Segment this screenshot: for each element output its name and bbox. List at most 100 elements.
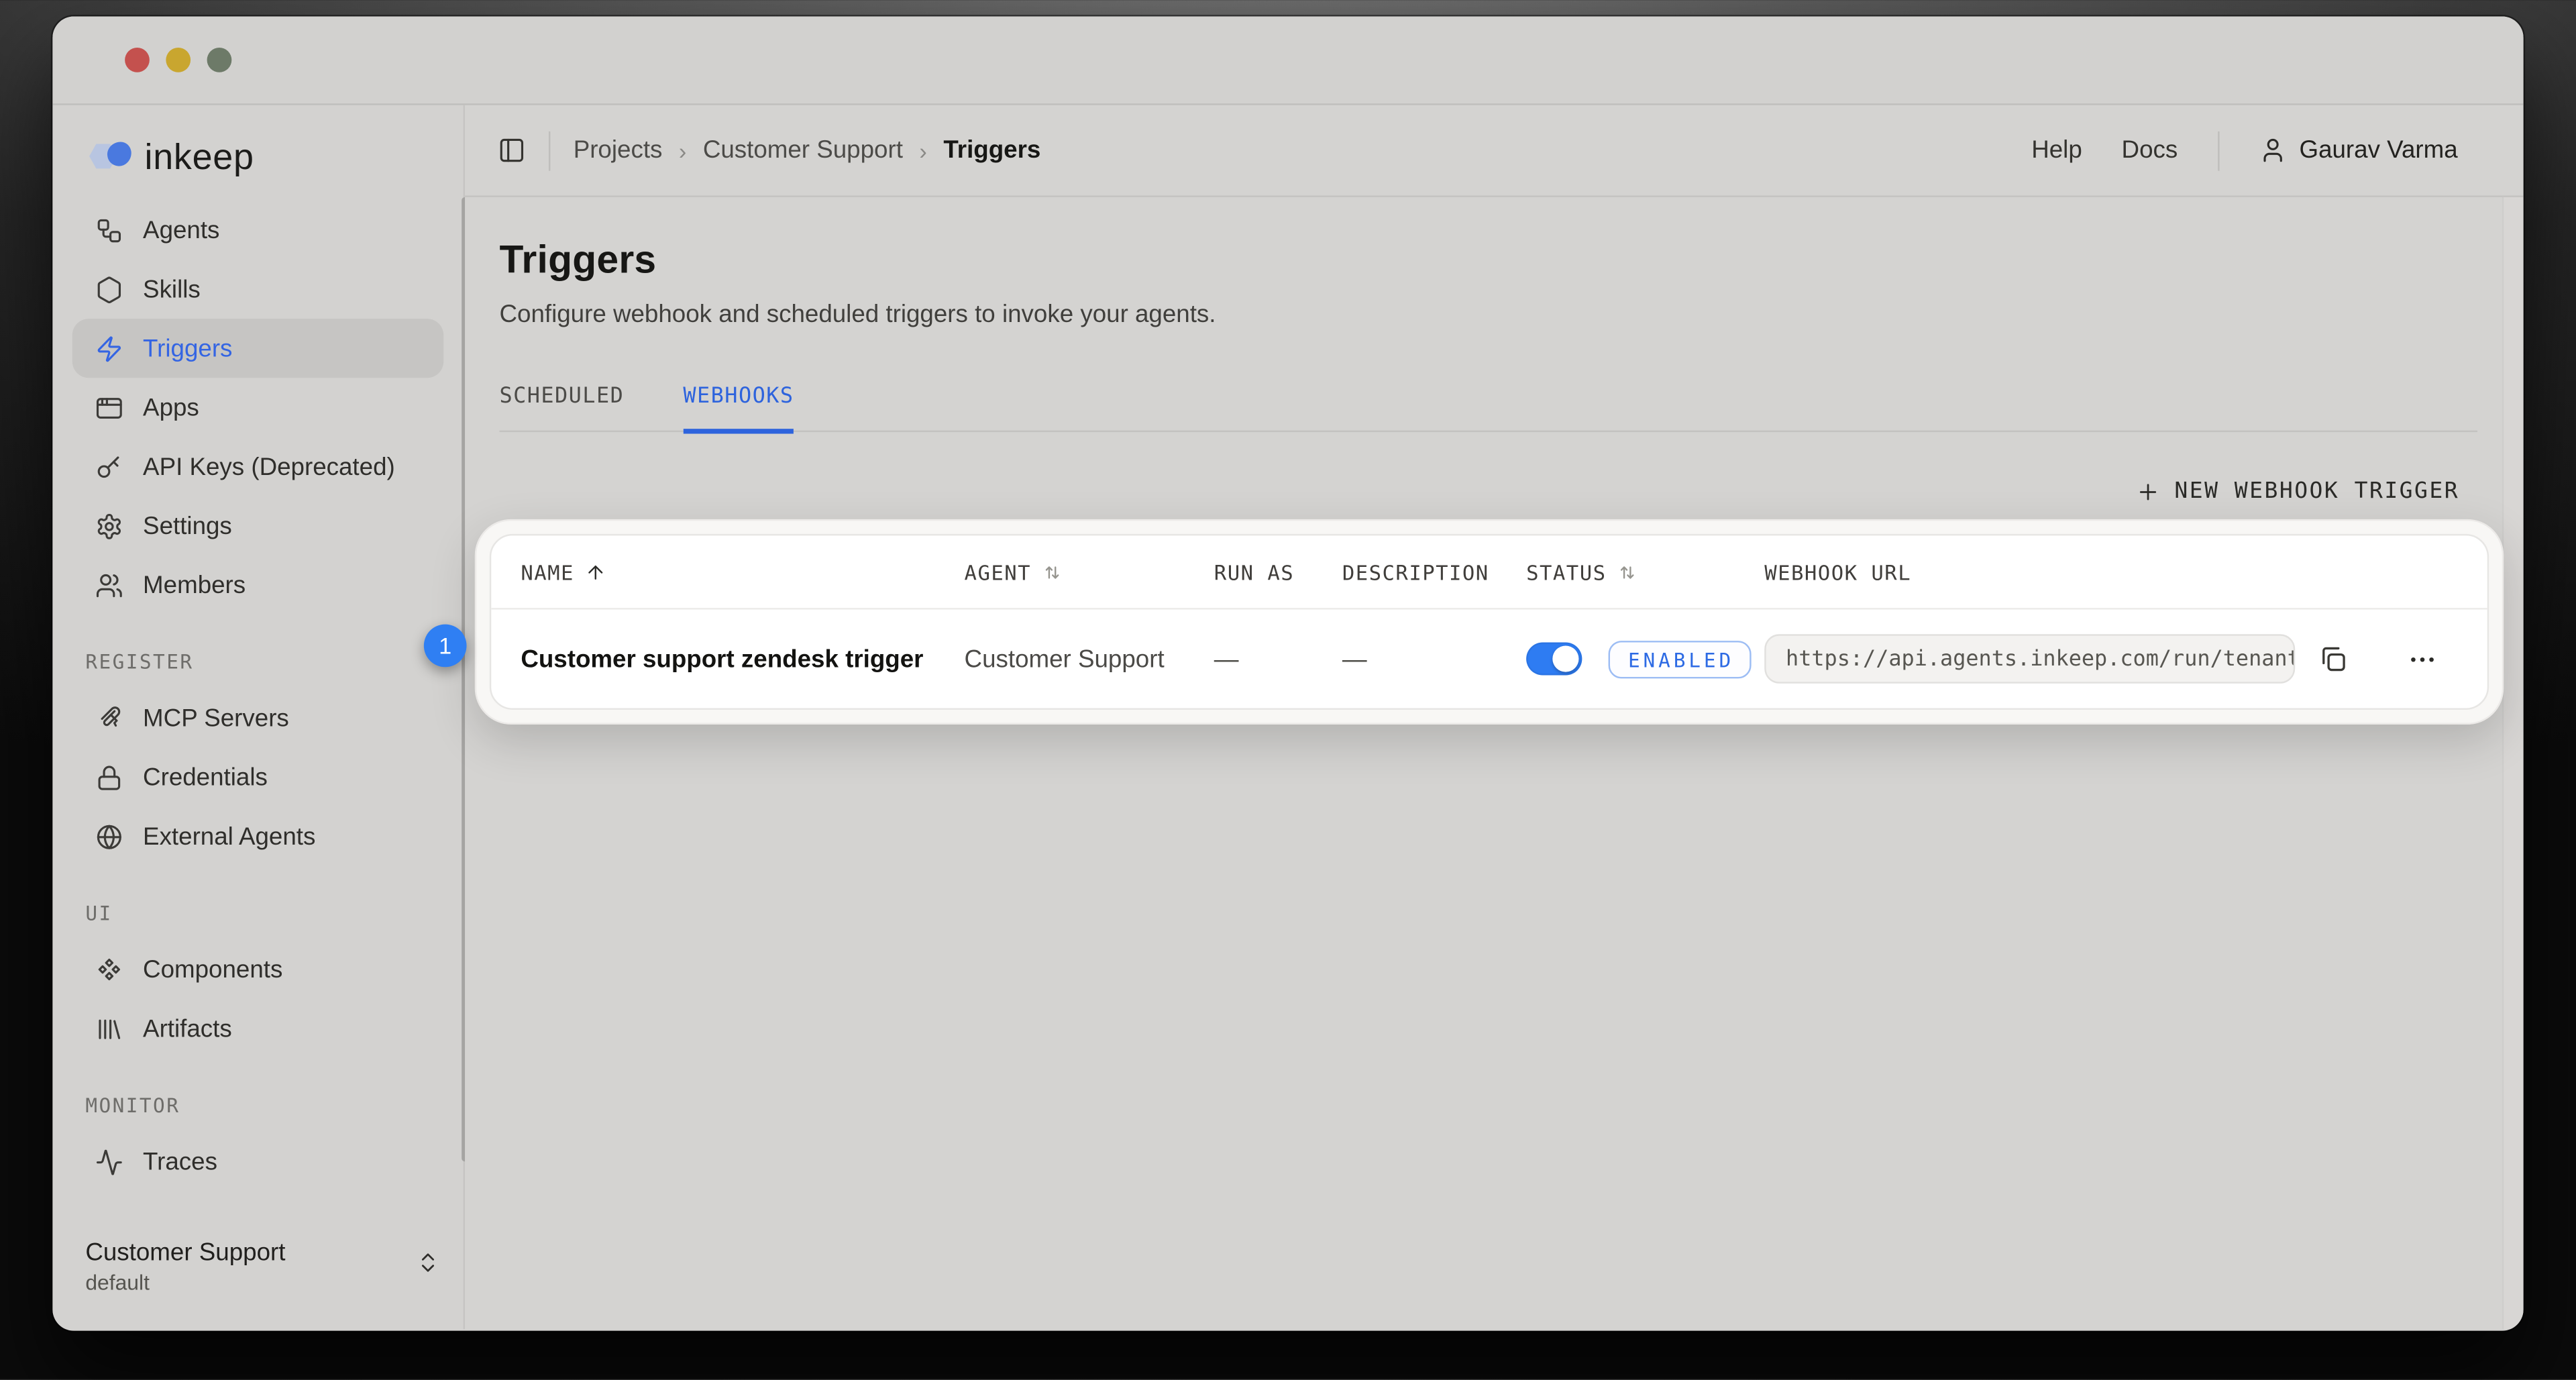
users-icon xyxy=(95,571,123,599)
row-actions-button[interactable] xyxy=(2407,643,2438,675)
tab-webhooks[interactable]: WEBHOOKS xyxy=(683,384,794,433)
inkeep-logo-icon xyxy=(85,136,134,180)
sidebar-item-external-agents[interactable]: External Agents xyxy=(72,806,443,865)
sidebar-item-components[interactable]: Components xyxy=(72,940,443,999)
sort-icon xyxy=(1041,561,1063,582)
inkeep-logo[interactable]: inkeep xyxy=(85,135,463,181)
workflow-icon xyxy=(95,216,123,244)
tab-scheduled[interactable]: SCHEDULED xyxy=(499,384,624,433)
close-window-button[interactable] xyxy=(125,48,150,72)
project-environment: default xyxy=(85,1269,415,1297)
status-toggle[interactable] xyxy=(1526,643,1582,676)
sidebar-item-label: Credentials xyxy=(143,763,268,792)
sidebar-item-mcp-servers[interactable]: MCP Servers xyxy=(72,688,443,747)
column-header-description[interactable]: DESCRIPTION xyxy=(1342,560,1526,584)
docs-link[interactable]: Docs xyxy=(2122,136,2178,164)
sidebar-item-credentials[interactable]: Credentials xyxy=(72,747,443,806)
column-header-webhook-url: WEBHOOK URL xyxy=(1764,560,2457,584)
annotation-step-badge: 1 xyxy=(424,625,467,668)
copy-icon xyxy=(2318,644,2348,674)
breadcrumb-current: Triggers xyxy=(943,136,1040,164)
minimize-window-button[interactable] xyxy=(166,48,191,72)
panel-left-icon xyxy=(498,136,526,164)
trigger-name: Customer support zendesk trigger xyxy=(521,645,964,673)
gear-icon xyxy=(95,512,123,540)
trigger-agent: Customer Support xyxy=(965,645,1214,673)
breadcrumb: Projects › Customer Support › Triggers xyxy=(574,136,1041,164)
help-link[interactable]: Help xyxy=(2031,136,2082,164)
zoom-window-button[interactable] xyxy=(207,48,232,72)
webhook-url-field[interactable]: https://api.agents.inkeep.com/run/tenant… xyxy=(1764,634,2295,683)
sidebar-toggle-button[interactable] xyxy=(498,136,526,164)
window-titlebar xyxy=(52,16,2523,105)
library-icon xyxy=(95,1014,123,1043)
zap-icon xyxy=(95,334,123,362)
table-header-row: NAME AGENT RUN AS xyxy=(491,535,2487,609)
sidebar-item-settings[interactable]: Settings xyxy=(72,496,443,555)
sidebar-item-label: MCP Servers xyxy=(143,704,289,732)
lock-icon xyxy=(95,763,123,792)
components-icon xyxy=(95,955,123,984)
sidebar-nav: Agents Skills Triggers Apps xyxy=(52,201,463,615)
app-window: inkeep Agents Skills Triggers xyxy=(52,16,2523,1330)
breadcrumb-project[interactable]: Customer Support xyxy=(703,136,903,164)
sidebar-item-agents[interactable]: Agents xyxy=(72,201,443,260)
topbar-divider xyxy=(2217,131,2218,170)
top-bar: Projects › Customer Support › Triggers H… xyxy=(465,105,2524,197)
breadcrumb-projects[interactable]: Projects xyxy=(574,136,663,164)
breadcrumb-separator: › xyxy=(919,137,926,163)
sidebar-item-label: Members xyxy=(143,571,246,599)
key-icon xyxy=(95,453,123,481)
new-webhook-trigger-button[interactable]: NEW WEBHOOK TRIGGER xyxy=(2135,478,2460,505)
sidebar-item-label: External Agents xyxy=(143,822,315,851)
user-name: Gaurav Varma xyxy=(2300,136,2458,164)
sidebar-item-label: Agents xyxy=(143,216,219,244)
logo-wordmark: inkeep xyxy=(145,136,254,179)
sidebar-item-label: Skills xyxy=(143,275,201,303)
new-webhook-trigger-label: NEW WEBHOOK TRIGGER xyxy=(2174,478,2459,505)
sidebar-item-label: Triggers xyxy=(143,334,232,362)
trigger-url-cell: https://api.agents.inkeep.com/run/tenant… xyxy=(1764,634,2457,683)
toggle-knob xyxy=(1552,645,1578,672)
trigger-description: — xyxy=(1342,645,1526,673)
sidebar-item-members[interactable]: Members xyxy=(72,555,443,615)
globe-icon xyxy=(95,822,123,851)
sidebar-item-api-keys[interactable]: API Keys (Deprecated) xyxy=(72,437,443,496)
sidebar-item-label: Apps xyxy=(143,394,199,422)
table-row[interactable]: Customer support zendesk trigger Custome… xyxy=(491,610,2487,708)
chevrons-up-down-icon xyxy=(416,1251,441,1283)
trigger-run-as: — xyxy=(1214,645,1342,673)
sidebar-item-triggers[interactable]: Triggers xyxy=(72,319,443,378)
status-badge: ENABLED xyxy=(1609,640,1751,678)
sidebar-item-label: Components xyxy=(143,955,282,984)
ellipsis-icon xyxy=(2407,643,2438,675)
column-header-agent[interactable]: AGENT xyxy=(965,560,1214,584)
sidebar: inkeep Agents Skills Triggers xyxy=(52,105,465,1329)
copy-url-button[interactable] xyxy=(2318,644,2348,674)
mcp-icon xyxy=(95,704,123,732)
app-window-icon xyxy=(95,394,123,422)
page-content: Triggers Configure webhook and scheduled… xyxy=(465,238,2524,725)
sidebar-item-traces[interactable]: Traces xyxy=(72,1132,443,1191)
column-header-name[interactable]: NAME xyxy=(521,560,964,584)
triggers-table-card: NAME AGENT RUN AS xyxy=(490,534,2489,710)
sidebar-section-ui: UI xyxy=(85,902,463,930)
main-area: Projects › Customer Support › Triggers H… xyxy=(465,105,2524,1329)
sidebar-item-apps[interactable]: Apps xyxy=(72,378,443,437)
activity-icon xyxy=(95,1148,123,1176)
user-menu[interactable]: Gaurav Varma xyxy=(2258,136,2457,164)
page-title: Triggers xyxy=(499,238,2523,284)
project-name: Customer Support xyxy=(85,1237,415,1269)
sidebar-item-skills[interactable]: Skills xyxy=(72,260,443,319)
table-toolbar: NEW WEBHOOK TRIGGER xyxy=(465,478,2459,505)
sidebar-section-register: REGISTER xyxy=(85,651,463,679)
column-header-status[interactable]: STATUS xyxy=(1526,560,1764,584)
sort-icon xyxy=(1616,561,1638,582)
project-switcher[interactable]: Customer Support default xyxy=(85,1237,440,1296)
column-header-run-as[interactable]: RUN AS xyxy=(1214,560,1342,584)
webhook-url-text: https://api.agents.inkeep.com/run/tenant… xyxy=(1786,647,2295,672)
traffic-lights xyxy=(125,48,231,72)
sidebar-item-artifacts[interactable]: Artifacts xyxy=(72,999,443,1058)
hexagon-icon xyxy=(95,275,123,303)
sidebar-section-monitor: MONITOR xyxy=(85,1094,463,1122)
